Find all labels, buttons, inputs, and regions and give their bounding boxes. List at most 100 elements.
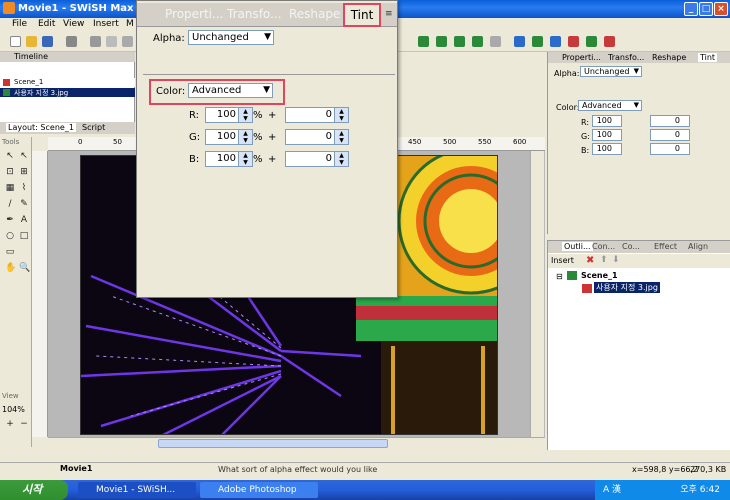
docked-g-percent[interactable]: 100 — [592, 129, 622, 141]
layer-image[interactable]: 사용자 지정 3.jpg — [0, 88, 135, 97]
tab-tint[interactable]: Tint — [343, 3, 381, 27]
select-tool-icon[interactable]: ↖ — [5, 151, 15, 161]
docked-tab-tint[interactable]: Tint — [698, 53, 718, 62]
docked-tab-transform[interactable]: Transfo... — [608, 53, 644, 62]
tab-components[interactable]: Co... — [622, 242, 640, 251]
menu-file[interactable]: File — [12, 19, 27, 29]
tab-outline[interactable]: Outli... — [562, 242, 593, 251]
maximize-button[interactable]: □ — [699, 2, 713, 16]
tab-content[interactable]: Con... — [592, 242, 615, 251]
scene-close-icon[interactable] — [3, 79, 10, 86]
save-icon[interactable] — [42, 36, 53, 47]
paste-icon[interactable] — [122, 36, 133, 47]
reshape-tool-icon[interactable]: ⊞ — [19, 167, 29, 177]
docked-g-add[interactable]: 0 — [650, 129, 690, 141]
menu-edit[interactable]: Edit — [38, 19, 55, 29]
r-add-stepper[interactable]: 0 ▲ ▼ — [285, 107, 349, 123]
cut-icon[interactable] — [90, 36, 101, 47]
zoom-select[interactable]: 104% — [2, 405, 25, 414]
tab-reshape[interactable]: Reshape — [289, 7, 340, 21]
tab-layout[interactable]: Layout: Scene_1 — [6, 123, 76, 132]
transform-tool-icon[interactable]: ⊡ — [5, 167, 15, 177]
spin-arrows-icon[interactable]: ▲ ▼ — [334, 108, 348, 122]
minimize-button[interactable]: _ — [684, 2, 698, 16]
insert-effect-icon[interactable] — [550, 36, 561, 47]
tab-script[interactable]: Script — [82, 123, 105, 132]
new-icon[interactable] — [10, 36, 21, 47]
docked-b-add[interactable]: 0 — [650, 143, 690, 155]
motion-path-icon[interactable]: ⌇ — [19, 183, 29, 193]
g-percent-stepper[interactable]: 100 ▲ ▼ — [205, 129, 253, 145]
print-icon[interactable] — [66, 36, 77, 47]
delete-icon[interactable]: ✖ — [586, 255, 594, 266]
docked-color-dropdown[interactable]: Advanced ▼ — [578, 100, 642, 111]
line-tool-icon[interactable]: / — [5, 199, 15, 209]
tab-properties[interactable]: Properti... — [165, 7, 223, 21]
zoom-in-icon[interactable]: + — [5, 419, 15, 429]
shape-tool-icon[interactable]: ▭ — [5, 247, 15, 257]
g-add-stepper[interactable]: 0 ▲ ▼ — [285, 129, 349, 145]
open-icon[interactable] — [26, 36, 37, 47]
subselect-tool-icon[interactable]: ↖ — [19, 151, 29, 161]
insert-button-icon[interactable] — [454, 36, 465, 47]
tree-scene[interactable]: Scene_1 — [581, 271, 618, 280]
color-dropdown[interactable]: Advanced ▼ — [188, 83, 273, 98]
move-down-icon[interactable]: ⬇ — [612, 255, 620, 265]
insert-sprite-icon[interactable] — [472, 36, 483, 47]
ellipse-tool-icon[interactable]: ○ — [5, 231, 15, 241]
b-add-stepper[interactable]: 0 ▲ ▼ — [285, 151, 349, 167]
task-photoshop[interactable]: Adobe Photoshop — [200, 482, 318, 498]
r-percent-stepper[interactable]: 100 ▲ ▼ — [205, 107, 253, 123]
docked-r-add[interactable]: 0 — [650, 115, 690, 127]
docked-tab-reshape[interactable]: Reshape — [652, 53, 686, 62]
spin-arrows-icon[interactable]: ▲ ▼ — [238, 130, 252, 144]
hscroll-thumb[interactable] — [158, 439, 388, 448]
hand-tool-icon[interactable]: ✋ — [5, 263, 16, 273]
docked-alpha-dropdown[interactable]: Unchanged ▼ — [580, 66, 642, 77]
canvas-vscroll[interactable] — [530, 151, 544, 437]
insert-sound-icon[interactable] — [568, 36, 579, 47]
insert-script-icon[interactable] — [586, 36, 597, 47]
language-indicator[interactable]: A 漢 — [603, 480, 621, 500]
move-up-icon[interactable]: ⬆ — [600, 255, 608, 265]
scene-tab[interactable]: Movie1 — [60, 464, 92, 473]
menu-view[interactable]: View — [63, 19, 84, 29]
fill-transform-icon[interactable]: ▦ — [5, 183, 15, 193]
canvas-hscroll[interactable] — [48, 437, 545, 449]
insert-menu[interactable]: Insert — [551, 256, 574, 265]
spin-arrows-icon[interactable]: ▲ ▼ — [334, 130, 348, 144]
spin-arrows-icon[interactable]: ▲ ▼ — [238, 108, 252, 122]
start-button[interactable]: 시작 — [0, 480, 68, 500]
docked-tab-properties[interactable]: Properti... — [562, 53, 601, 62]
zoom-tool-icon[interactable]: 🔍 — [19, 263, 30, 273]
spin-arrows-icon[interactable]: ▲ ▼ — [334, 152, 348, 166]
layer-scene[interactable]: Scene_1 — [0, 78, 135, 87]
play-movie-icon[interactable] — [604, 36, 615, 47]
insert-scene-icon[interactable] — [418, 36, 429, 47]
tree-expand-icon[interactable]: ⊟ — [556, 272, 563, 281]
tab-align[interactable]: Align — [688, 242, 708, 251]
spin-arrows-icon[interactable]: ▲ ▼ — [238, 152, 252, 166]
tab-effect[interactable]: Effect — [654, 242, 677, 251]
insert-shape-icon[interactable] — [514, 36, 525, 47]
alpha-dropdown[interactable]: Unchanged ▼ — [188, 30, 274, 45]
rectangle-tool-icon[interactable]: □ — [19, 231, 29, 241]
close-button[interactable]: × — [714, 2, 728, 16]
text-tool-icon[interactable]: A — [19, 215, 29, 225]
panel-menu-icon[interactable]: ≡ — [385, 9, 393, 19]
tree-image-item[interactable]: 사용자 지정 3.jpg — [594, 282, 660, 293]
docked-r-percent[interactable]: 100 — [592, 115, 622, 127]
b-percent-stepper[interactable]: 100 ▲ ▼ — [205, 151, 253, 167]
tab-transform[interactable]: Transfo... — [227, 7, 282, 21]
insert-image-icon[interactable] — [490, 36, 501, 47]
docked-b-percent[interactable]: 100 — [592, 143, 622, 155]
menu-insert[interactable]: Insert — [93, 19, 119, 29]
copy-icon[interactable] — [106, 36, 117, 47]
pen-tool-icon[interactable]: ✒ — [5, 215, 15, 225]
task-swish[interactable]: Movie1 - SWiSH... — [78, 482, 196, 498]
pencil-tool-icon[interactable]: ✎ — [19, 199, 29, 209]
insert-content-icon[interactable] — [532, 36, 543, 47]
menu-more[interactable]: M — [126, 19, 134, 29]
insert-text-icon[interactable] — [436, 36, 447, 47]
zoom-out-icon[interactable]: − — [19, 419, 29, 429]
